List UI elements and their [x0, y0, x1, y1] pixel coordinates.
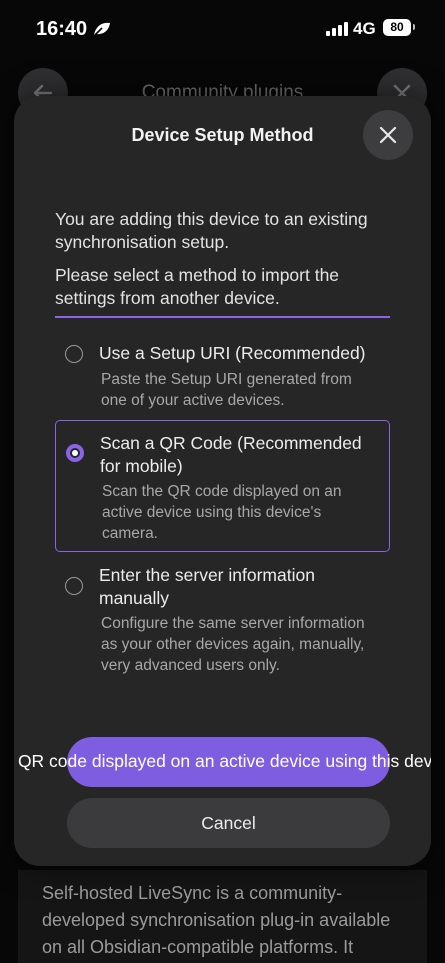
cancel-button[interactable]: Cancel	[67, 798, 390, 848]
option-setup-uri[interactable]: Use a Setup URI (Recommended) Paste the …	[55, 332, 390, 412]
intro-text-2: Please select a method to import the set…	[55, 265, 340, 308]
primary-button-text: Scan the QR code displayed on an active …	[14, 751, 431, 771]
intro-text-1: You are adding this device to an existin…	[55, 209, 368, 252]
option-label: Scan a QR Code (Recommended for mobile)	[100, 433, 362, 476]
network-type: 4G	[353, 19, 376, 38]
option-qr-code[interactable]: Scan a QR Code (Recommended for mobile) …	[55, 420, 390, 552]
radio-manual[interactable]	[65, 577, 83, 595]
radio-qr-code[interactable]	[66, 444, 84, 462]
option-description: Paste the Setup URI generated from one o…	[101, 371, 352, 409]
signal-icon	[326, 22, 348, 36]
radio-setup-uri[interactable]	[65, 345, 83, 363]
option-label: Use a Setup URI (Recommended)	[99, 343, 366, 363]
option-description: Configure the same server information as…	[101, 615, 365, 674]
modal-intro: You are adding this device to an existin…	[55, 208, 395, 310]
background-description: Self-hosted LiveSync is a community-deve…	[42, 883, 391, 957]
device-setup-modal: Device Setup Method You are adding this …	[14, 96, 431, 866]
status-time: 16:40	[36, 18, 88, 40]
focus-leaf-icon	[93, 22, 110, 37]
accent-divider	[55, 316, 390, 318]
modal-close-button[interactable]	[363, 110, 413, 160]
option-label: Enter the server information manually	[99, 565, 315, 608]
option-description: Scan the QR code displayed on an active …	[102, 483, 342, 542]
scan-qr-button-label: Scan the QR code displayed on an active …	[14, 751, 431, 772]
battery-icon: 80	[383, 19, 415, 36]
close-icon	[379, 126, 397, 144]
option-manual[interactable]: Enter the server information manually Co…	[55, 561, 390, 701]
status-bar: 16:40 4G 80	[0, 0, 445, 60]
